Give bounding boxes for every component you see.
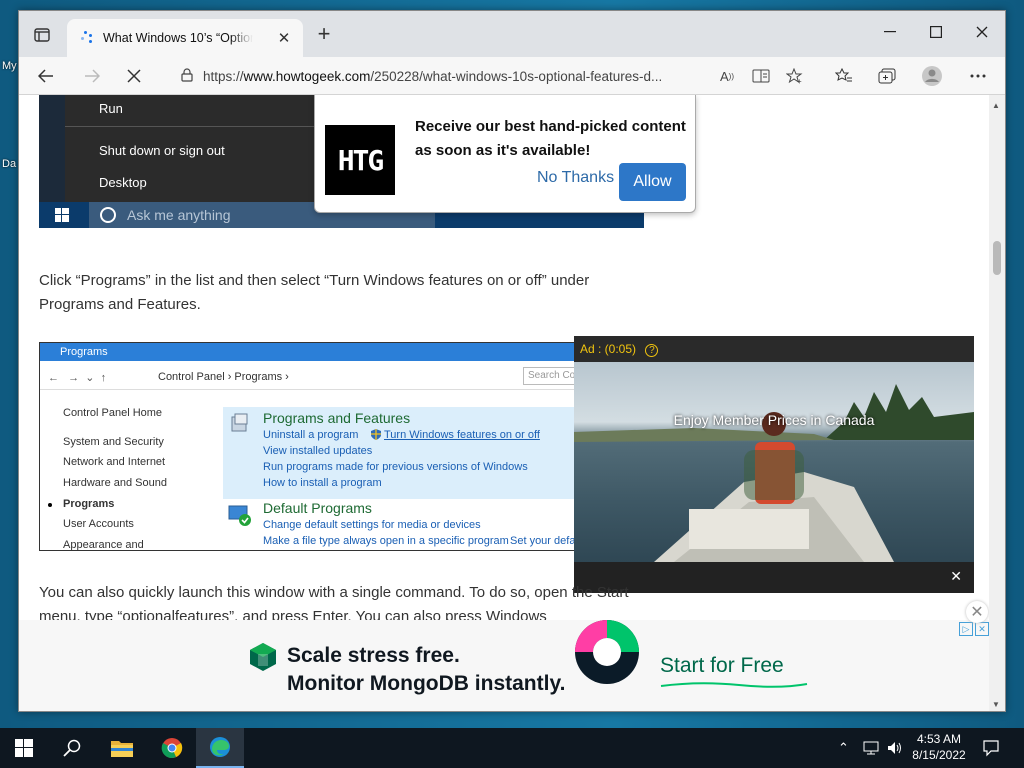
url-text: https://www.howtogeek.com/250228/what-wi… xyxy=(203,68,663,84)
search-icon[interactable] xyxy=(48,728,96,768)
loading-favicon-icon xyxy=(79,31,93,45)
ad-help-icon[interactable]: ? xyxy=(645,344,659,357)
adchoices-icon: ▷ xyxy=(959,622,973,636)
tab-active[interactable]: What Windows 10’s “Optional Fe ✕ xyxy=(67,19,303,57)
vertical-scrollbar[interactable]: ▲ ▼ xyxy=(989,95,1005,711)
favorites-icon[interactable] xyxy=(829,63,859,89)
uac-shield-icon xyxy=(371,429,381,440)
scroll-down-icon: ▼ xyxy=(992,700,1000,709)
cp-link: Change default settings for media or dev… xyxy=(263,519,481,531)
volume-icon[interactable] xyxy=(886,740,904,756)
back-button[interactable] xyxy=(31,63,61,89)
programs-window-screenshot: Programs ← → ⌄ ↑ Control Panel › Program… xyxy=(39,342,587,551)
add-favorite-icon[interactable]: + xyxy=(785,67,805,85)
cp-link: View installed updates xyxy=(263,445,373,457)
cp-nav-item: Hardware and Sound xyxy=(63,477,167,489)
close-window-button[interactable] xyxy=(959,11,1005,53)
browser-window: What Windows 10’s “Optional Fe ✕ + https… xyxy=(18,10,1006,712)
cp-nav-item-active: Programs xyxy=(63,498,115,510)
edge-icon[interactable] xyxy=(196,728,244,768)
file-explorer-icon[interactable] xyxy=(98,728,146,768)
default-programs-heading: Default Programs xyxy=(263,500,372,516)
push-notification-prompt: HTG Receive our best hand-picked content… xyxy=(314,95,696,213)
desktop-icon-label[interactable]: Da xyxy=(2,158,16,170)
start-menu-panel: Run Shut down or sign out Desktop xyxy=(65,95,317,207)
read-aloud-icon[interactable]: A)) xyxy=(717,67,737,85)
ad-headline: Scale stress free. Monitor MongoDB insta… xyxy=(287,644,566,695)
no-thanks-button[interactable]: No Thanks xyxy=(533,165,618,191)
system-clock[interactable]: 4:53 AM 8/15/2022 xyxy=(908,731,970,763)
address-toolbar: https://www.howtogeek.com/250228/what-wi… xyxy=(19,57,1005,95)
svg-text:+: + xyxy=(797,77,802,84)
ad-donut-graphic xyxy=(575,620,639,684)
video-ad-player[interactable]: Ad : (0:05) ? Enjoy Member Prices in Can… xyxy=(574,336,974,593)
chrome-icon[interactable] xyxy=(148,728,196,768)
windows-logo-icon xyxy=(55,208,69,222)
scroll-up-icon: ▲ xyxy=(992,101,1000,110)
start-menu-item: Run xyxy=(99,101,123,116)
mongodb-logo-icon xyxy=(250,643,276,671)
ad-countdown: Ad : (0:05) xyxy=(580,342,637,356)
video-ad-close-button[interactable]: ✕ xyxy=(950,568,962,585)
cp-nav-item: Control Panel Home xyxy=(63,407,163,419)
cortana-icon xyxy=(100,207,116,223)
lock-icon[interactable] xyxy=(181,67,193,85)
programs-features-heading: Programs and Features xyxy=(263,410,411,426)
ad-cta-link[interactable]: Start for Free xyxy=(660,654,784,678)
cp-link: Make a file type always open in a specif… xyxy=(263,535,509,547)
new-tab-button[interactable]: + xyxy=(311,23,337,45)
ad-x-icon: ✕ xyxy=(975,622,989,636)
clock-time: 4:53 AM xyxy=(916,732,962,746)
address-bar[interactable]: https://www.howtogeek.com/250228/what-wi… xyxy=(171,62,839,90)
page-content[interactable]: Run Shut down or sign out Desktop Ask me… xyxy=(19,95,991,711)
show-hidden-icons-icon[interactable]: ⌃ xyxy=(838,740,849,756)
scrollbar-thumb[interactable] xyxy=(993,241,1001,275)
ad-video-frame xyxy=(574,362,974,562)
more-menu-icon[interactable] xyxy=(963,63,993,89)
cp-link: Set your defau xyxy=(510,535,582,547)
programs-features-icon xyxy=(231,413,248,432)
stop-loading-button[interactable] xyxy=(119,63,149,89)
tab-title: What Windows 10’s “Optional Fe xyxy=(103,31,253,45)
collections-icon[interactable] xyxy=(872,63,902,89)
tab-close-button[interactable]: ✕ xyxy=(275,29,293,47)
start-button[interactable] xyxy=(0,728,48,768)
tab-actions-icon[interactable] xyxy=(27,23,57,47)
notification-message: Receive our best hand-picked content as … xyxy=(415,118,686,159)
forward-button[interactable] xyxy=(77,63,107,89)
start-menu-item: Shut down or sign out xyxy=(99,143,225,158)
allow-button[interactable]: Allow xyxy=(619,163,686,201)
banner-ad-close-button[interactable]: ✕ xyxy=(966,601,988,623)
cp-nav-item: User Accounts xyxy=(63,518,134,530)
programs-breadcrumb: ← → ⌄ ↑ Control Panel › Programs › Searc… xyxy=(40,365,586,389)
minimize-button[interactable] xyxy=(867,11,913,53)
programs-window-title: Programs xyxy=(40,343,586,361)
profile-avatar[interactable] xyxy=(917,63,947,89)
default-programs-icon xyxy=(228,505,251,526)
htg-logo: HTG xyxy=(325,125,395,195)
immersive-reader-icon[interactable] xyxy=(751,67,771,85)
cp-link: How to install a program xyxy=(263,477,382,489)
start-menu-item: Desktop xyxy=(99,175,147,190)
cp-nav-item: System and Security xyxy=(63,436,164,448)
clock-date: 8/15/2022 xyxy=(912,748,966,762)
ad-label-bar: Ad : (0:05) ? xyxy=(574,336,974,362)
tab-bar: What Windows 10’s “Optional Fe ✕ + xyxy=(19,11,1005,57)
desktop-icon-label[interactable]: My xyxy=(2,60,17,72)
article-paragraph: Click “Programs” in the list and then se… xyxy=(39,272,590,313)
adchoices-icons[interactable]: ▷ ✕ xyxy=(959,622,989,636)
cp-link: Uninstall a program xyxy=(263,429,359,441)
network-icon[interactable] xyxy=(862,740,880,756)
maximize-button[interactable] xyxy=(913,11,959,53)
cp-link: Run programs made for previous versions … xyxy=(263,461,528,473)
action-center-icon[interactable] xyxy=(982,739,1000,757)
ad-caption: Enjoy Member Prices in Canada xyxy=(673,412,875,428)
cp-nav-item: Appearance and xyxy=(63,539,144,551)
windows-taskbar: ⌃ 4:53 AM 8/15/2022 xyxy=(0,728,1024,768)
turn-features-link: Turn Windows features on or off xyxy=(384,429,540,441)
cp-nav-item: Network and Internet xyxy=(63,456,166,468)
banner-ad[interactable]: Scale stress free. Monitor MongoDB insta… xyxy=(19,620,991,711)
